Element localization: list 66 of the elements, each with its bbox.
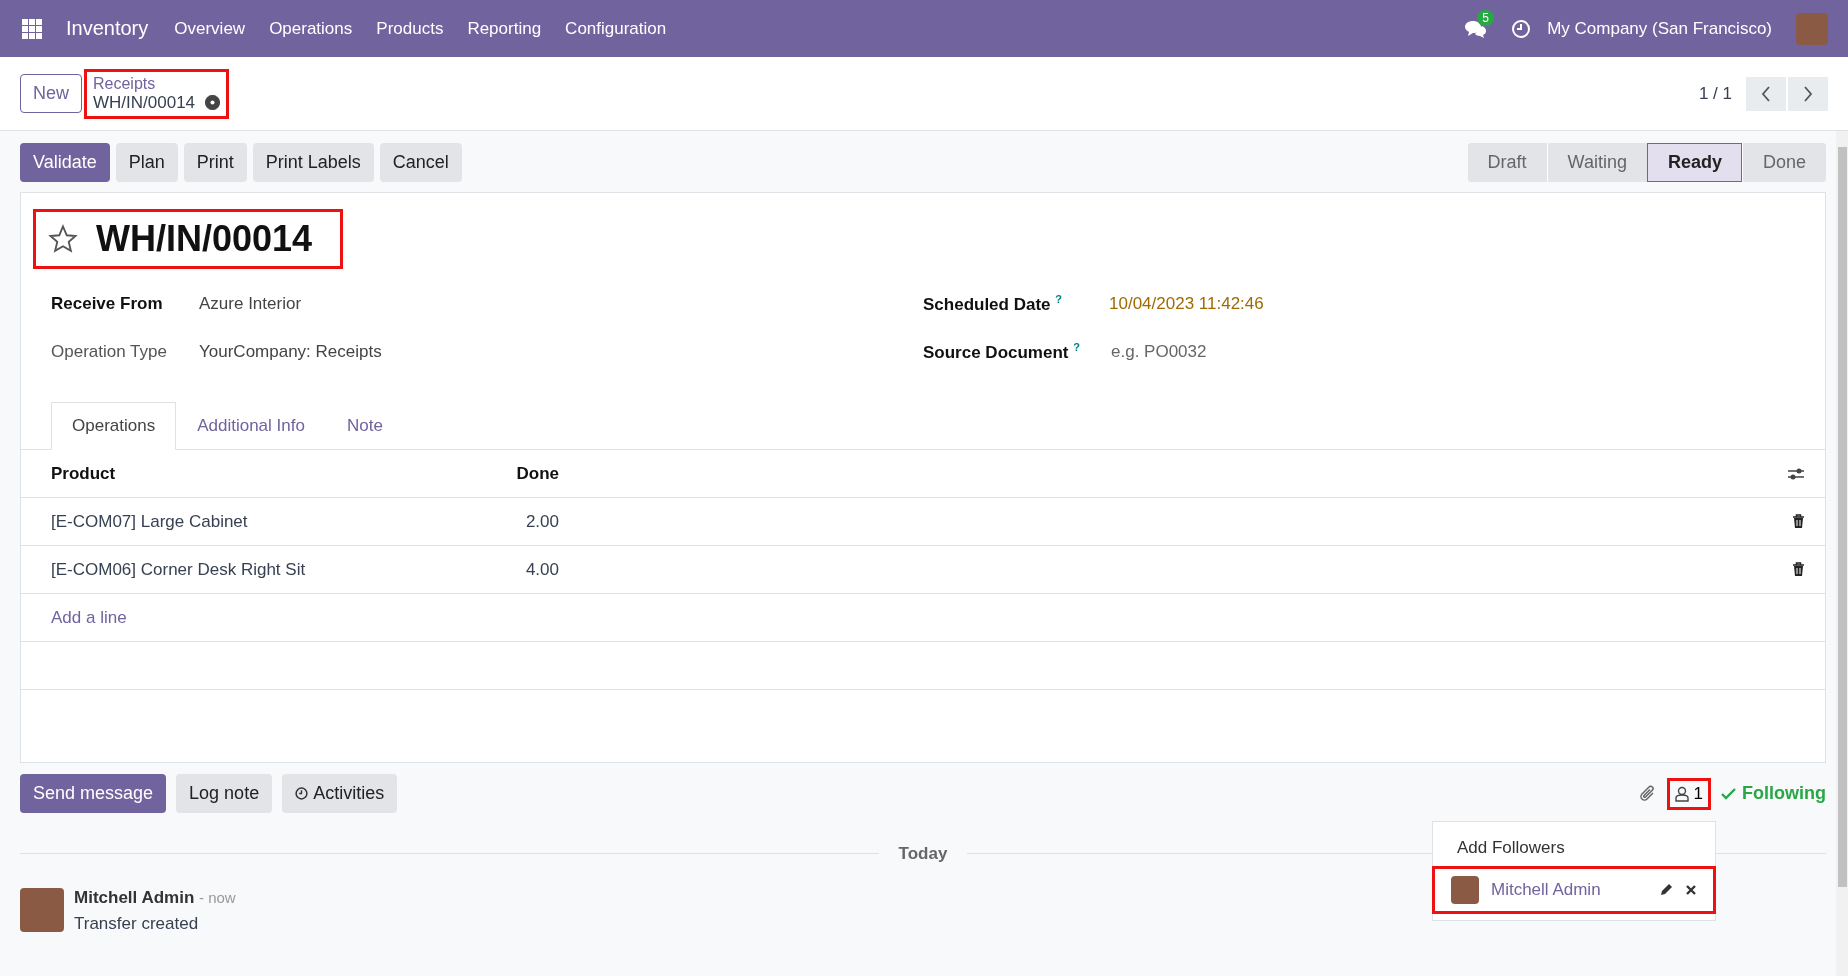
table-cell-text: [E-COM06] Corner Desk Right Sit [51,559,307,580]
breadcrumb-link[interactable]: Receipts [93,74,221,93]
pager-counter: 1 / 1 [1698,83,1732,104]
checkmark-icon [1721,787,1736,800]
table-cell-text: [E-COM07] Large Cabinet [51,511,249,532]
field-label: Receive From [51,294,164,314]
column-header: Done [515,463,559,484]
date-field[interactable]: 10/04/2023 11:42:46 [1109,294,1264,314]
clock-icon[interactable] [1511,18,1532,39]
menu-item[interactable]: Operations [269,18,353,39]
menu-item[interactable]: Configuration [565,18,667,39]
menu-item[interactable]: Products [376,18,444,39]
message-body: Transfer created [74,914,200,934]
chatter-button[interactable]: Log note [176,774,273,813]
action-button[interactable]: Print Labels [252,143,374,182]
next-button[interactable] [1788,76,1828,111]
chatter-button[interactable]: Activities [282,774,398,813]
message-count-badge: 5 [1477,9,1494,26]
input-field[interactable]: e.g. PO0032 [1109,341,1313,363]
field-label: Source Document $^{?}$ [923,341,1081,363]
notebook-tab[interactable]: Note [325,402,404,450]
action-button[interactable]: Cancel [379,143,462,182]
record-title: WH/IN/00014 [96,218,313,260]
record-name: WH/IN/00014 [93,92,196,113]
add-line-link[interactable]: Add a line [51,607,127,628]
previous-button[interactable] [1746,76,1786,111]
message-time: - now [199,889,236,906]
company-switcher[interactable]: My Company (San Francisco) [1547,18,1772,39]
field-value[interactable]: YourCompany: Receipts [199,342,382,362]
pencil-icon[interactable] [1659,883,1673,897]
action-button[interactable]: Print [183,143,247,182]
field-label: Scheduled Date $^{?}$ [923,293,1063,315]
scrollbar[interactable] [1836,131,1848,976]
star-icon[interactable] [48,224,78,254]
chevron-left-icon [1761,85,1771,102]
table-cell-text: 2.00 [524,511,559,532]
trash-icon[interactable] [1792,514,1805,529]
app-name[interactable]: Inventory [66,17,149,40]
followers-button[interactable]: 1 [1666,777,1711,810]
message-author: Mitchell Admin [74,888,195,907]
notebook-tab[interactable]: Operations [51,402,177,450]
menu-item[interactable]: Overview [174,18,246,39]
add-followers-item[interactable]: Add Followers [1433,834,1715,862]
menu-item[interactable]: Reporting [467,18,542,39]
status-stage[interactable]: Ready [1646,143,1742,182]
field-label: Operation Type [51,342,168,362]
new-button[interactable]: New [20,74,82,113]
chevron-right-icon [1803,85,1813,102]
clock-icon [295,787,309,800]
trash-icon[interactable] [1792,562,1805,577]
chatter-button[interactable]: Send message [20,774,167,813]
notebook-tab[interactable]: Additional Info [176,402,326,450]
column-header: Product [51,463,117,484]
action-button[interactable]: Validate [20,143,110,182]
close-icon[interactable] [1685,884,1697,896]
follower-avatar [1451,876,1479,904]
field-value[interactable]: Azure Interior [199,294,302,314]
apps-grid-icon[interactable] [22,18,42,39]
action-button[interactable]: Plan [115,143,178,182]
paperclip-icon[interactable] [1638,783,1657,804]
person-icon [1674,785,1689,802]
author-avatar [20,888,64,932]
follower-name[interactable]: Mitchell Admin [1491,880,1647,900]
status-stage[interactable]: Done [1741,143,1826,182]
table-cell-text: 4.00 [524,559,559,580]
following-button[interactable]: Following [1721,783,1826,804]
